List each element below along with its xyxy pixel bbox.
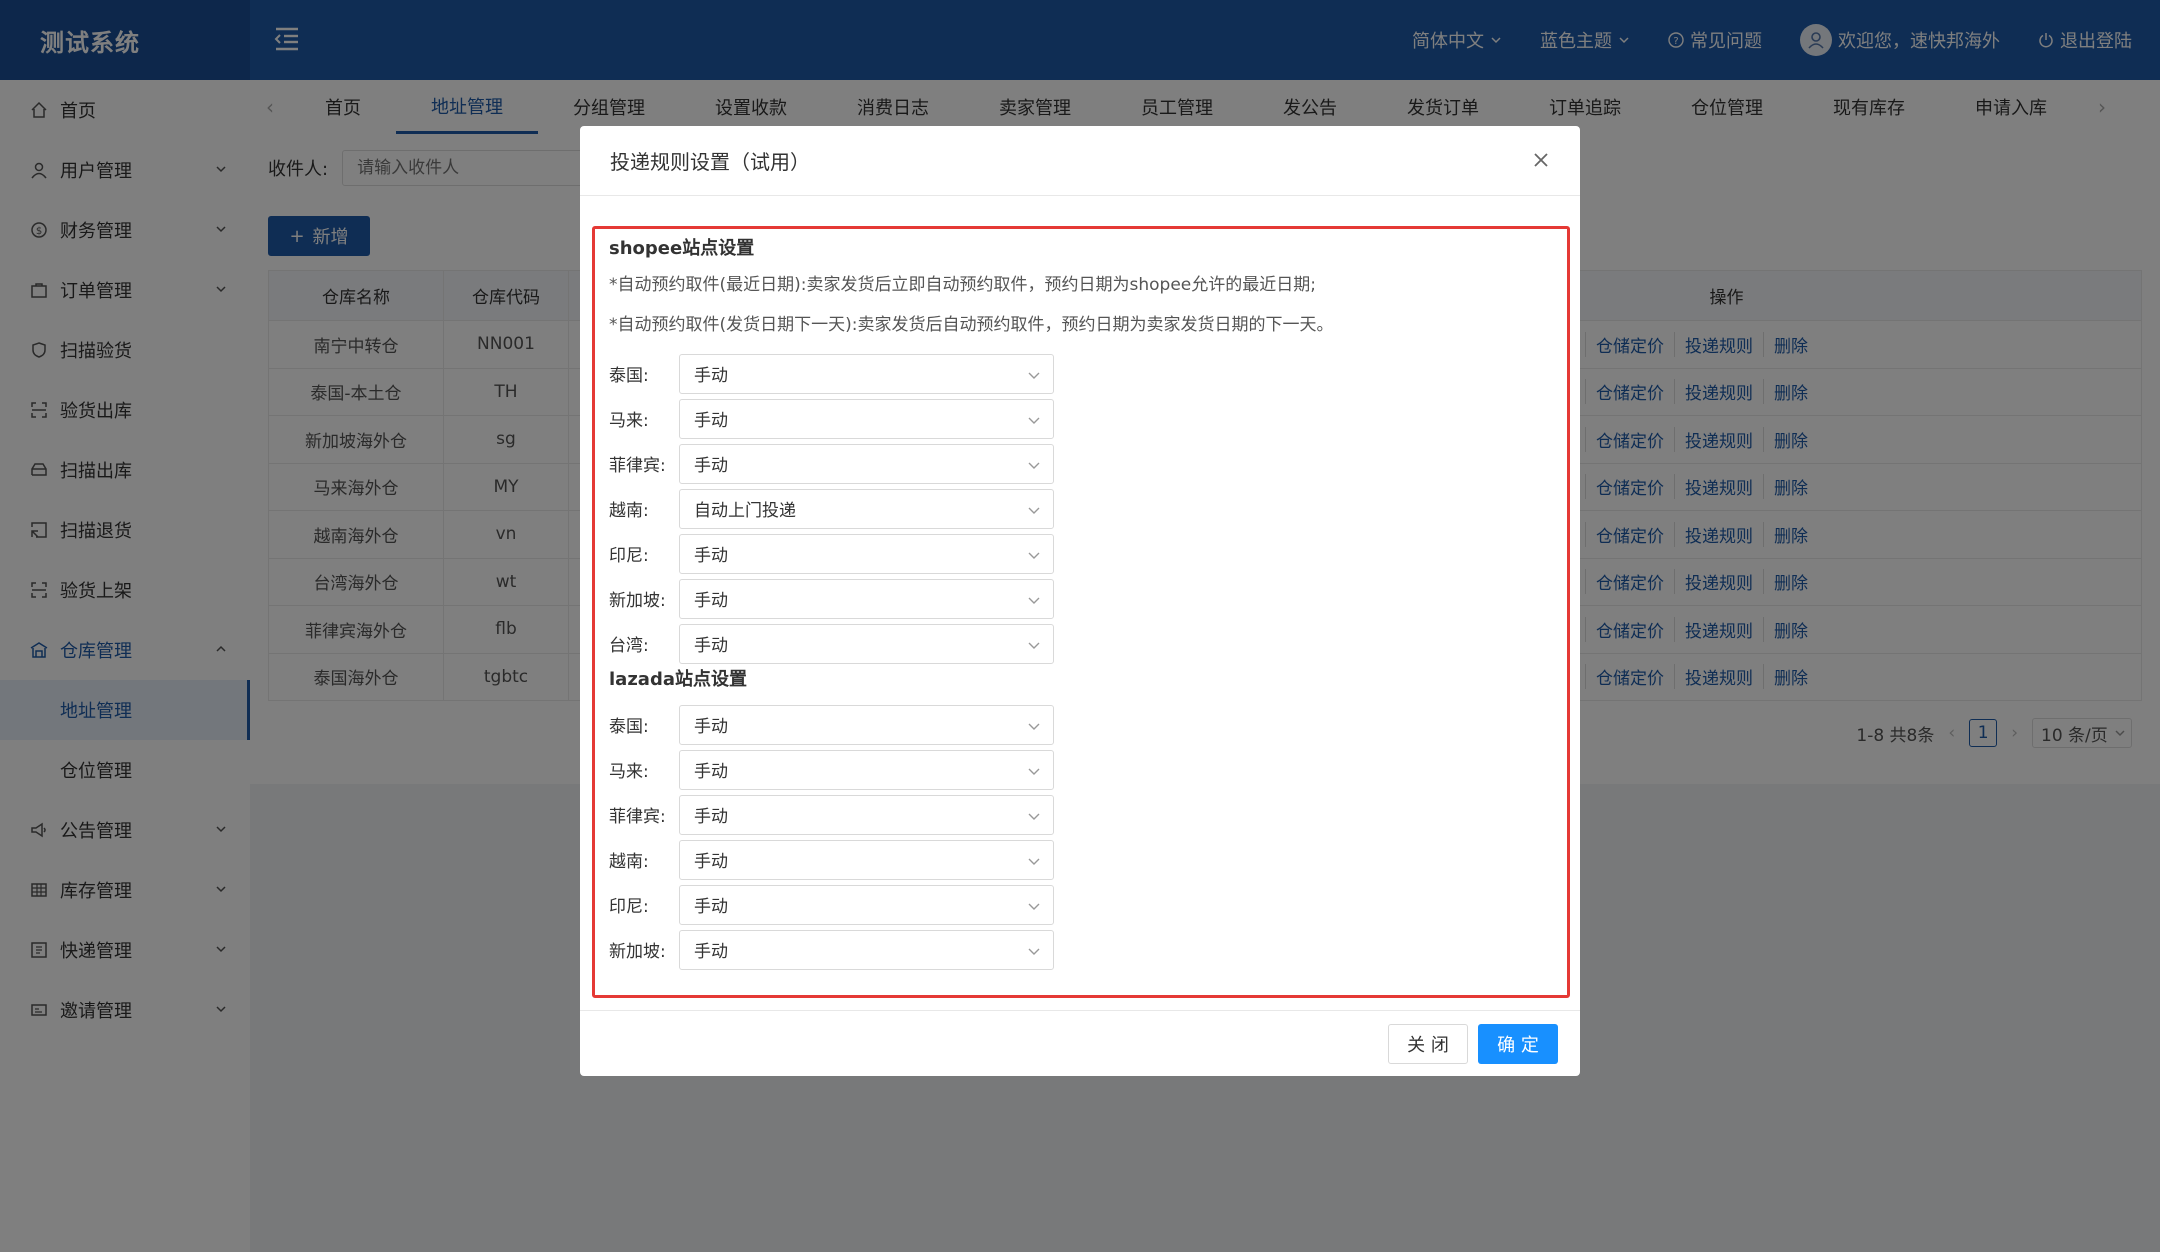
select-value: 手动 [694, 636, 728, 656]
chevron-down-icon [1028, 642, 1040, 649]
shopee-site-label: 新加坡: [609, 591, 666, 611]
select-value: 手动 [694, 807, 728, 827]
lazada-row: 越南: 手动 [609, 837, 1553, 882]
select-value: 手动 [694, 942, 728, 962]
lazada-site-label: 泰国: [609, 717, 649, 737]
lazada-mode-select[interactable]: 手动 [679, 839, 1054, 880]
select-value: 手动 [694, 546, 728, 566]
chevron-down-icon [1028, 417, 1040, 424]
select-value: 手动 [694, 366, 728, 386]
select-value: 手动 [694, 852, 728, 872]
modal-title: 投递规则设置（试用） [610, 150, 810, 174]
lazada-row: 菲律宾: 手动 [609, 792, 1553, 837]
close-icon[interactable] [1530, 149, 1552, 171]
shopee-mode-select[interactable]: 手动 [679, 353, 1054, 394]
select-value: 自动上门投递 [694, 501, 796, 521]
highlight-box: shopee站点设置 *自动预约取件(最近日期):卖家发货后立即自动预约取件，预… [592, 226, 1570, 998]
lazada-mode-select[interactable]: 手动 [679, 884, 1054, 925]
lazada-settings: 泰国: 手动 马来: 手动 菲律宾: 手动 越南: 手动 印尼: 手动 新加坡: 手动 [609, 702, 1553, 972]
shopee-site-label: 越南: [609, 501, 649, 521]
lazada-site-label: 马来: [609, 762, 649, 782]
shopee-mode-select[interactable]: 手动 [679, 398, 1054, 439]
shopee-mode-select[interactable]: 手动 [679, 623, 1054, 664]
shopee-site-label: 马来: [609, 411, 649, 431]
note-next-day: *自动预约取件(发货日期下一天):卖家发货后自动预约取件，预约日期为卖家发货日期… [609, 315, 1334, 335]
chevron-down-icon [1028, 372, 1040, 379]
shopee-row: 泰国: 手动 [609, 351, 1553, 396]
lazada-mode-select[interactable]: 手动 [679, 794, 1054, 835]
modal-footer: 关 闭 确 定 [580, 1010, 1580, 1076]
select-value: 手动 [694, 717, 728, 737]
chevron-down-icon [1028, 768, 1040, 775]
chevron-down-icon [1028, 948, 1040, 955]
shopee-row: 菲律宾: 手动 [609, 441, 1553, 486]
lazada-site-label: 越南: [609, 852, 649, 872]
chevron-down-icon [1028, 723, 1040, 730]
select-value: 手动 [694, 897, 728, 917]
shopee-row: 新加坡: 手动 [609, 576, 1553, 621]
chevron-down-icon [1028, 597, 1040, 604]
shopee-row: 马来: 手动 [609, 396, 1553, 441]
lazada-row: 新加坡: 手动 [609, 927, 1553, 972]
shopee-mode-select[interactable]: 手动 [679, 443, 1054, 484]
lazada-mode-select[interactable]: 手动 [679, 749, 1054, 790]
shopee-site-label: 菲律宾: [609, 456, 666, 476]
select-value: 手动 [694, 456, 728, 476]
modal-header: 投递规则设置（试用） [580, 126, 1580, 196]
shopee-site-label: 泰国: [609, 366, 649, 386]
shopee-row: 台湾: 手动 [609, 621, 1553, 666]
shopee-mode-select[interactable]: 手动 [679, 578, 1054, 619]
shopee-site-label: 台湾: [609, 636, 649, 656]
chevron-down-icon [1028, 903, 1040, 910]
chevron-down-icon [1028, 507, 1040, 514]
select-value: 手动 [694, 411, 728, 431]
select-value: 手动 [694, 762, 728, 782]
lazada-row: 泰国: 手动 [609, 702, 1553, 747]
shopee-section-title: shopee站点设置 [609, 238, 755, 259]
shopee-settings: 泰国: 手动 马来: 手动 菲律宾: 手动 越南: 自动上门投递 印尼: 手动 新加坡: 手动 台湾: 手… [609, 351, 1553, 666]
shopee-mode-select[interactable]: 自动上门投递 [679, 488, 1054, 529]
lazada-site-label: 菲律宾: [609, 807, 666, 827]
lazada-site-label: 新加坡: [609, 942, 666, 962]
shopee-row: 越南: 自动上门投递 [609, 486, 1553, 531]
delivery-rule-modal: 投递规则设置（试用） shopee站点设置 *自动预约取件(最近日期):卖家发货… [580, 126, 1580, 1076]
select-value: 手动 [694, 591, 728, 611]
lazada-section-title: lazada站点设置 [609, 669, 747, 690]
note-nearest-date: *自动预约取件(最近日期):卖家发货后立即自动预约取件，预约日期为shopee允… [609, 275, 1316, 295]
lazada-site-label: 印尼: [609, 897, 649, 917]
close-button[interactable]: 关 闭 [1388, 1023, 1468, 1064]
shopee-row: 印尼: 手动 [609, 531, 1553, 576]
lazada-row: 印尼: 手动 [609, 882, 1553, 927]
chevron-down-icon [1028, 858, 1040, 865]
chevron-down-icon [1028, 552, 1040, 559]
shopee-mode-select[interactable]: 手动 [679, 533, 1054, 574]
lazada-mode-select[interactable]: 手动 [679, 704, 1054, 745]
lazada-row: 马来: 手动 [609, 747, 1553, 792]
shopee-site-label: 印尼: [609, 546, 649, 566]
chevron-down-icon [1028, 813, 1040, 820]
lazada-mode-select[interactable]: 手动 [679, 929, 1054, 970]
chevron-down-icon [1028, 462, 1040, 469]
confirm-button[interactable]: 确 定 [1478, 1023, 1558, 1064]
